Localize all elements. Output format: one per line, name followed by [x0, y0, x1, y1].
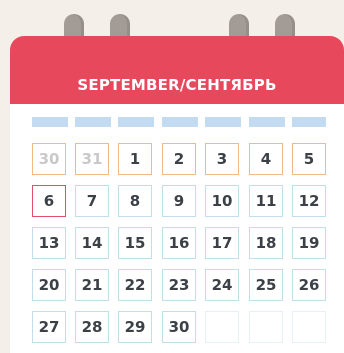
weekday-strip-segment — [118, 117, 154, 127]
day-cell[interactable]: 19 — [292, 227, 326, 259]
day-cell[interactable]: 12 — [292, 185, 326, 217]
empty-day-cell — [249, 311, 283, 343]
day-cell[interactable]: 20 — [32, 269, 66, 301]
day-cell[interactable]: 30 — [32, 143, 66, 175]
day-cell[interactable]: 23 — [162, 269, 196, 301]
weekday-strip-segment — [249, 117, 285, 127]
day-cell[interactable]: 25 — [249, 269, 283, 301]
day-cell[interactable]: 1 — [118, 143, 152, 175]
weekday-strip-segment — [162, 117, 198, 127]
day-cell[interactable]: 8 — [118, 185, 152, 217]
day-cell[interactable]: 10 — [205, 185, 239, 217]
day-cell[interactable]: 6 — [32, 185, 66, 217]
calendar-header: SEPTEMBER/СЕНТЯБРЬ — [10, 36, 344, 104]
day-cell[interactable]: 31 — [75, 143, 109, 175]
day-cell[interactable]: 26 — [292, 269, 326, 301]
day-cell[interactable]: 16 — [162, 227, 196, 259]
day-cell[interactable]: 29 — [118, 311, 152, 343]
day-cell[interactable]: 5 — [292, 143, 326, 175]
day-cell[interactable]: 24 — [205, 269, 239, 301]
day-cell[interactable]: 27 — [32, 311, 66, 343]
weekday-strip-segment — [205, 117, 241, 127]
weekday-strip-segment — [292, 117, 326, 127]
day-cell[interactable]: 7 — [75, 185, 109, 217]
day-cell[interactable]: 9 — [162, 185, 196, 217]
day-cell[interactable]: 14 — [75, 227, 109, 259]
calendar-title: SEPTEMBER/СЕНТЯБРЬ — [77, 76, 277, 94]
day-cell[interactable]: 4 — [249, 143, 283, 175]
day-cell[interactable]: 18 — [249, 227, 283, 259]
day-cell[interactable]: 30 — [162, 311, 196, 343]
weekday-strip-segment — [75, 117, 111, 127]
day-cell[interactable]: 11 — [249, 185, 283, 217]
empty-day-cell — [292, 311, 326, 343]
day-cell[interactable]: 15 — [118, 227, 152, 259]
day-cell[interactable]: 17 — [205, 227, 239, 259]
empty-day-cell — [205, 311, 239, 343]
weekday-strip-segment — [32, 117, 68, 127]
day-cell[interactable]: 21 — [75, 269, 109, 301]
day-cell[interactable]: 2 — [162, 143, 196, 175]
day-cell[interactable]: 22 — [118, 269, 152, 301]
day-cell[interactable]: 13 — [32, 227, 66, 259]
day-cell[interactable]: 3 — [205, 143, 239, 175]
day-cell[interactable]: 28 — [75, 311, 109, 343]
